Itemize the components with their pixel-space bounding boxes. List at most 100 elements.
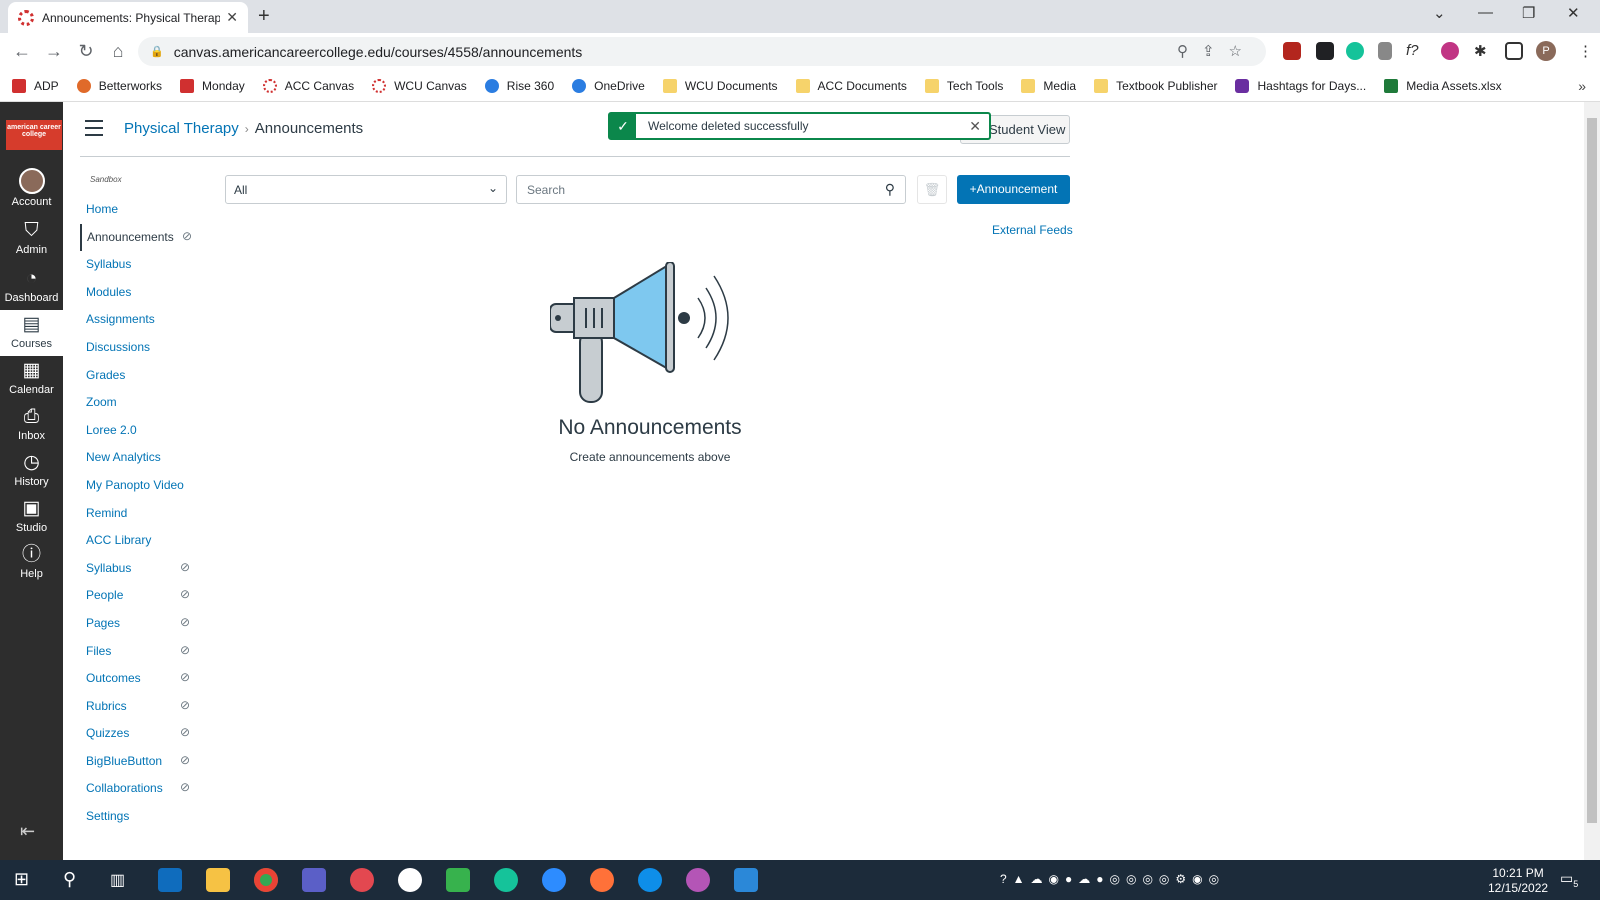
bookmark-item[interactable]: Media Assets.xlsx (1384, 78, 1502, 93)
course-menu-toggle[interactable] (85, 120, 103, 141)
omnibox-actions-icon[interactable]: ⚲⇪☆ (1177, 42, 1256, 60)
grammarly-icon[interactable] (494, 868, 518, 892)
external-feeds-link[interactable]: External Feeds (992, 223, 1073, 237)
course-nav-item[interactable]: Zoom (80, 389, 200, 417)
global-nav-inbox[interactable]: ⎙ Inbox (0, 406, 63, 442)
extension-notify-icon[interactable] (1316, 42, 1334, 60)
course-nav-item[interactable]: Collaborations ⊘ (80, 775, 200, 803)
college-logo[interactable]: american career college (6, 120, 62, 150)
bookmark-item[interactable]: ADP (12, 78, 59, 93)
restore-icon[interactable]: ❐ (1522, 4, 1535, 22)
course-nav-item[interactable]: Discussions (80, 334, 200, 362)
global-nav-calendar[interactable]: ▦ Calendar (0, 360, 63, 396)
search-input[interactable]: Search ⚲ (516, 175, 906, 204)
global-nav-help[interactable]: ⓘ Help (0, 544, 63, 580)
add-announcement-button[interactable]: +Announcement (957, 175, 1070, 204)
course-nav-item[interactable]: People ⊘ (80, 582, 200, 610)
zoom-icon[interactable] (542, 868, 566, 892)
bookmark-item[interactable]: Monday (180, 78, 245, 93)
breadcrumb-course-link[interactable]: Physical Therapy (124, 120, 239, 137)
extension-shield-icon[interactable] (1283, 42, 1301, 60)
course-nav-item[interactable]: Syllabus (80, 251, 200, 279)
course-nav-item[interactable]: Loree 2.0 (80, 417, 200, 445)
course-nav-item[interactable]: ACC Library (80, 527, 200, 555)
home-icon[interactable]: ⌂ (102, 41, 134, 62)
scrollbar-thumb[interactable] (1587, 118, 1597, 823)
global-nav-courses[interactable]: ▤ Courses (0, 310, 63, 356)
close-icon[interactable]: ✕ (969, 118, 981, 135)
browser-tab[interactable]: Announcements: Physical Therap ✕ (8, 2, 248, 33)
file-explorer-icon[interactable] (206, 868, 230, 892)
course-nav-item[interactable]: Home (80, 196, 200, 224)
collapse-nav-icon[interactable]: ⇤ (20, 821, 35, 842)
color-extension-icon[interactable] (1441, 42, 1459, 60)
grammarly-extension-icon[interactable] (1346, 42, 1364, 60)
course-nav-item[interactable]: Files ⊘ (80, 638, 200, 666)
course-nav-item[interactable]: Syllabus ⊘ (80, 555, 200, 583)
course-nav-item[interactable]: Pages ⊘ (80, 610, 200, 638)
reload-icon[interactable]: ↻ (70, 41, 102, 62)
storyline-icon[interactable] (686, 868, 710, 892)
global-nav-account[interactable]: Account (0, 168, 63, 208)
clock[interactable]: 10:21 PM 12/15/2022 (1488, 866, 1548, 896)
global-nav-history[interactable]: ◷ History (0, 452, 63, 488)
close-tab-icon[interactable]: ✕ (226, 9, 238, 26)
course-nav-item[interactable]: Announcements ⊘ (80, 223, 200, 252)
course-nav-item[interactable]: Grades (80, 362, 200, 390)
announcement-filter-select[interactable]: All ⌄ (225, 175, 507, 204)
teams-icon[interactable] (302, 868, 326, 892)
extensions-puzzle-icon[interactable]: ✱ (1474, 42, 1492, 60)
course-nav-item[interactable]: Quizzes ⊘ (80, 720, 200, 748)
course-nav-item[interactable]: Settings (80, 803, 200, 831)
course-nav-item[interactable]: Modules (80, 279, 200, 307)
bookmark-folder[interactable]: Tech Tools (924, 78, 1003, 93)
course-nav-item[interactable]: New Analytics (80, 444, 200, 472)
back-icon[interactable]: ← (6, 41, 38, 62)
bookmark-item[interactable]: Rise 360 (484, 78, 554, 93)
page-scrollbar[interactable] (1584, 102, 1600, 860)
bookmark-item[interactable]: OneDrive (572, 78, 645, 93)
course-nav-item[interactable]: Assignments (80, 306, 200, 334)
new-tab-icon[interactable]: + (258, 5, 270, 28)
chrome-icon[interactable] (254, 868, 278, 892)
bookmark-item[interactable]: Betterworks (76, 78, 162, 93)
teamviewer-icon[interactable] (638, 868, 662, 892)
photos-icon[interactable] (734, 868, 758, 892)
firefox-icon[interactable] (590, 868, 614, 892)
formula-extension-icon[interactable]: f? (1406, 42, 1424, 60)
global-nav-admin[interactable]: ⛉ Admin (0, 220, 63, 256)
outlook-icon[interactable] (158, 868, 182, 892)
eyedropper-extension-icon[interactable] (1378, 42, 1392, 60)
bookmark-item[interactable]: ACC Canvas (262, 78, 354, 93)
system-tray-icons[interactable]: ?▲☁◉●☁●◎◎◎◎⚙◉◎ (1000, 872, 1225, 886)
bookmark-folder[interactable]: ACC Documents (795, 78, 907, 93)
course-nav-item[interactable]: Rubrics ⊘ (80, 693, 200, 721)
task-view-icon[interactable]: ▥ (110, 870, 125, 890)
bookmark-folder[interactable]: Textbook Publisher (1094, 78, 1217, 93)
side-panel-icon[interactable] (1505, 42, 1523, 60)
search-icon[interactable]: ⚲ (63, 869, 76, 890)
browser-menu-icon[interactable]: ⋮ (1578, 42, 1593, 60)
camtasia-icon[interactable] (446, 868, 470, 892)
minimize-icon[interactable]: — (1478, 4, 1493, 21)
bookmark-item[interactable]: Hashtags for Days... (1235, 78, 1366, 93)
address-bar[interactable]: 🔒 canvas.americancareercollege.edu/cours… (138, 37, 1266, 66)
bookmark-item[interactable]: WCU Canvas (372, 78, 467, 93)
more-bookmarks-icon[interactable]: » (1578, 78, 1586, 94)
windows-start-icon[interactable]: ⊞ (14, 869, 29, 890)
global-nav-dashboard[interactable]: ◔ Dashboard (0, 268, 63, 304)
course-nav-item[interactable]: Outcomes ⊘ (80, 665, 200, 693)
course-nav-item[interactable]: BigBlueButton ⊘ (80, 748, 200, 776)
profile-avatar[interactable]: P (1536, 41, 1556, 61)
forward-icon[interactable]: → (38, 41, 70, 62)
bookmark-folder[interactable]: WCU Documents (662, 78, 778, 93)
course-nav-item[interactable]: My Panopto Video (80, 472, 200, 500)
close-window-icon[interactable]: ✕ (1567, 4, 1580, 22)
course-nav-item[interactable]: Remind (80, 500, 200, 528)
slack-icon[interactable] (398, 868, 422, 892)
global-nav-studio[interactable]: ▣ Studio (0, 498, 63, 534)
creative-cloud-icon[interactable] (350, 868, 374, 892)
tab-search-icon[interactable]: ⌄ (1433, 4, 1446, 22)
delete-button[interactable]: 🗑 (917, 175, 947, 204)
bookmark-folder[interactable]: Media (1021, 78, 1076, 93)
